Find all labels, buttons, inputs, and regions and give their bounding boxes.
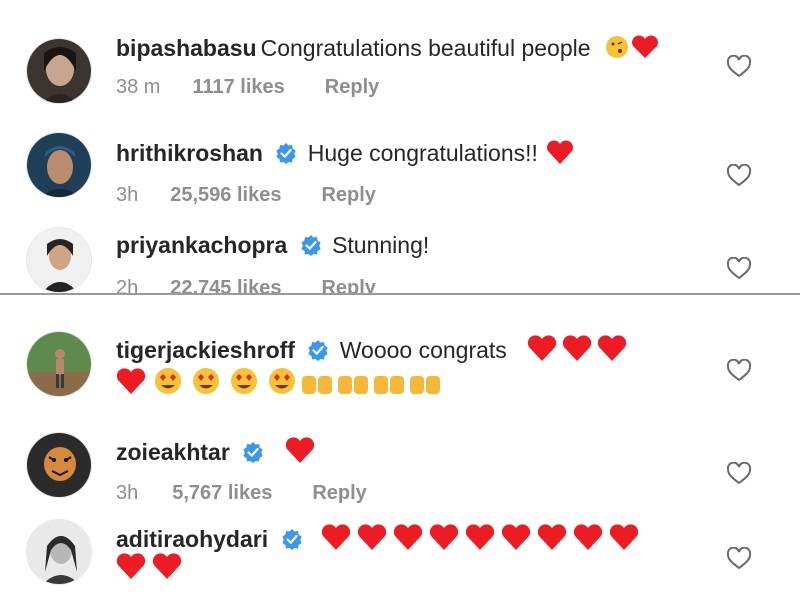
verified-badge-icon (308, 340, 328, 361)
comment-likes[interactable]: 25,596 likes (170, 184, 281, 207)
comment-time: 2h (116, 277, 139, 293)
heart-outline-icon[interactable] (726, 55, 752, 79)
clipped-comment-region: priyankachopra Stunning! 2h 22,745 likes R… (0, 215, 800, 293)
avatar-hrithikroshan[interactable] (26, 132, 92, 198)
red-heart-emoji (285, 435, 315, 472)
comment-username[interactable]: tigerjackieshroff (116, 337, 295, 363)
verified-badge-icon (301, 235, 321, 256)
avatar-bipashabasu[interactable] (26, 38, 92, 104)
comment-username[interactable]: bipashabasu (116, 35, 257, 61)
heart-outline-icon[interactable] (726, 462, 752, 486)
heart-outline-icon[interactable] (726, 359, 752, 383)
reply-button[interactable]: Reply (312, 482, 366, 505)
red-heart-emoji (546, 138, 574, 173)
comment-time: 38 m (116, 76, 161, 98)
comment-text: Woooo congrats (339, 337, 507, 363)
red-hearts-emoji (527, 333, 627, 370)
comment-likes[interactable]: 1117 likes (192, 76, 284, 99)
lower-comment-region: tigerjackieshroff Woooo congrats ❤ 😍 😍 😍… (0, 295, 800, 600)
comment-meta: 3h 5,767 likes Reply (116, 482, 367, 505)
red-hearts-emoji (321, 522, 641, 559)
kiss-heart-emoji (605, 33, 659, 68)
verified-badge-icon (276, 143, 296, 164)
comment-username[interactable]: aditiraohydari (116, 526, 268, 552)
avatar-aditiraohydari[interactable] (26, 519, 92, 585)
comment-username[interactable]: priyankachopra (116, 232, 287, 258)
comment-meta: 2h 22,745 likes Reply (116, 277, 376, 293)
comment-meta: 38 m 1117 likes Reply (116, 76, 379, 99)
heart-outline-icon[interactable] (726, 164, 752, 188)
avatar-tigerjackieshroff[interactable] (26, 331, 92, 397)
comment-text: Stunning! (332, 232, 430, 258)
verified-badge-icon (243, 442, 263, 463)
comment-text: Congratulations beautiful people (260, 35, 591, 61)
heart-outline-icon[interactable] (726, 547, 752, 571)
avatar-priyankachopra[interactable] (26, 227, 92, 293)
reply-button[interactable]: Reply (321, 277, 375, 293)
comment-meta: 3h 25,596 likes Reply (116, 184, 376, 207)
reply-button[interactable]: Reply (321, 184, 375, 207)
comment-username[interactable]: zoieakhtar (116, 439, 230, 465)
verified-badge-icon (281, 529, 302, 550)
comment-time: 3h (116, 184, 139, 206)
heart-outline-icon[interactable] (726, 257, 752, 281)
emoji-row (116, 364, 446, 403)
comment-text: Huge congratulations!! (307, 140, 538, 166)
reply-button[interactable]: Reply (325, 76, 379, 99)
comment-username[interactable]: hrithikroshan (116, 140, 263, 166)
comment-likes[interactable]: 22,745 likes (170, 277, 281, 293)
avatar-zoieakhtar[interactable] (26, 432, 92, 498)
red-hearts-emoji-line2 (116, 551, 186, 588)
comment-time: 3h (116, 482, 139, 504)
comment-likes[interactable]: 5,767 likes (172, 482, 272, 505)
